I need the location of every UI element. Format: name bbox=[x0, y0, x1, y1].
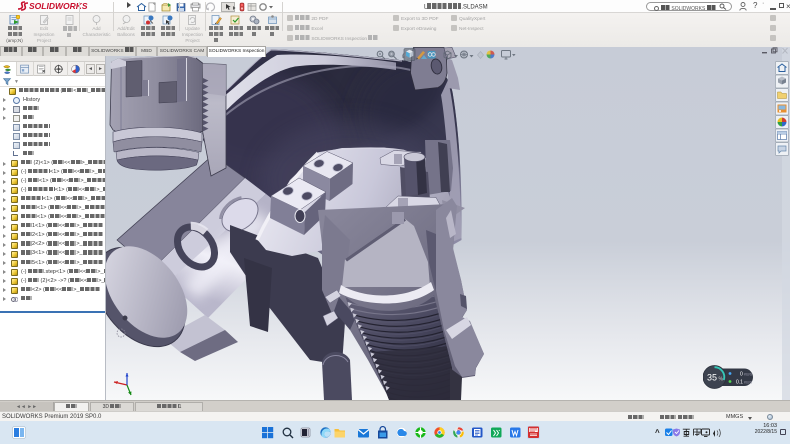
svg-text:0.1: 0.1 bbox=[736, 380, 743, 386]
svg-text:35: 35 bbox=[707, 373, 717, 383]
svg-text:KB/S: KB/S bbox=[744, 381, 753, 385]
svg-text:0: 0 bbox=[740, 372, 743, 378]
svg-text:KB/S: KB/S bbox=[744, 373, 753, 377]
svg-text:%: % bbox=[719, 377, 724, 383]
